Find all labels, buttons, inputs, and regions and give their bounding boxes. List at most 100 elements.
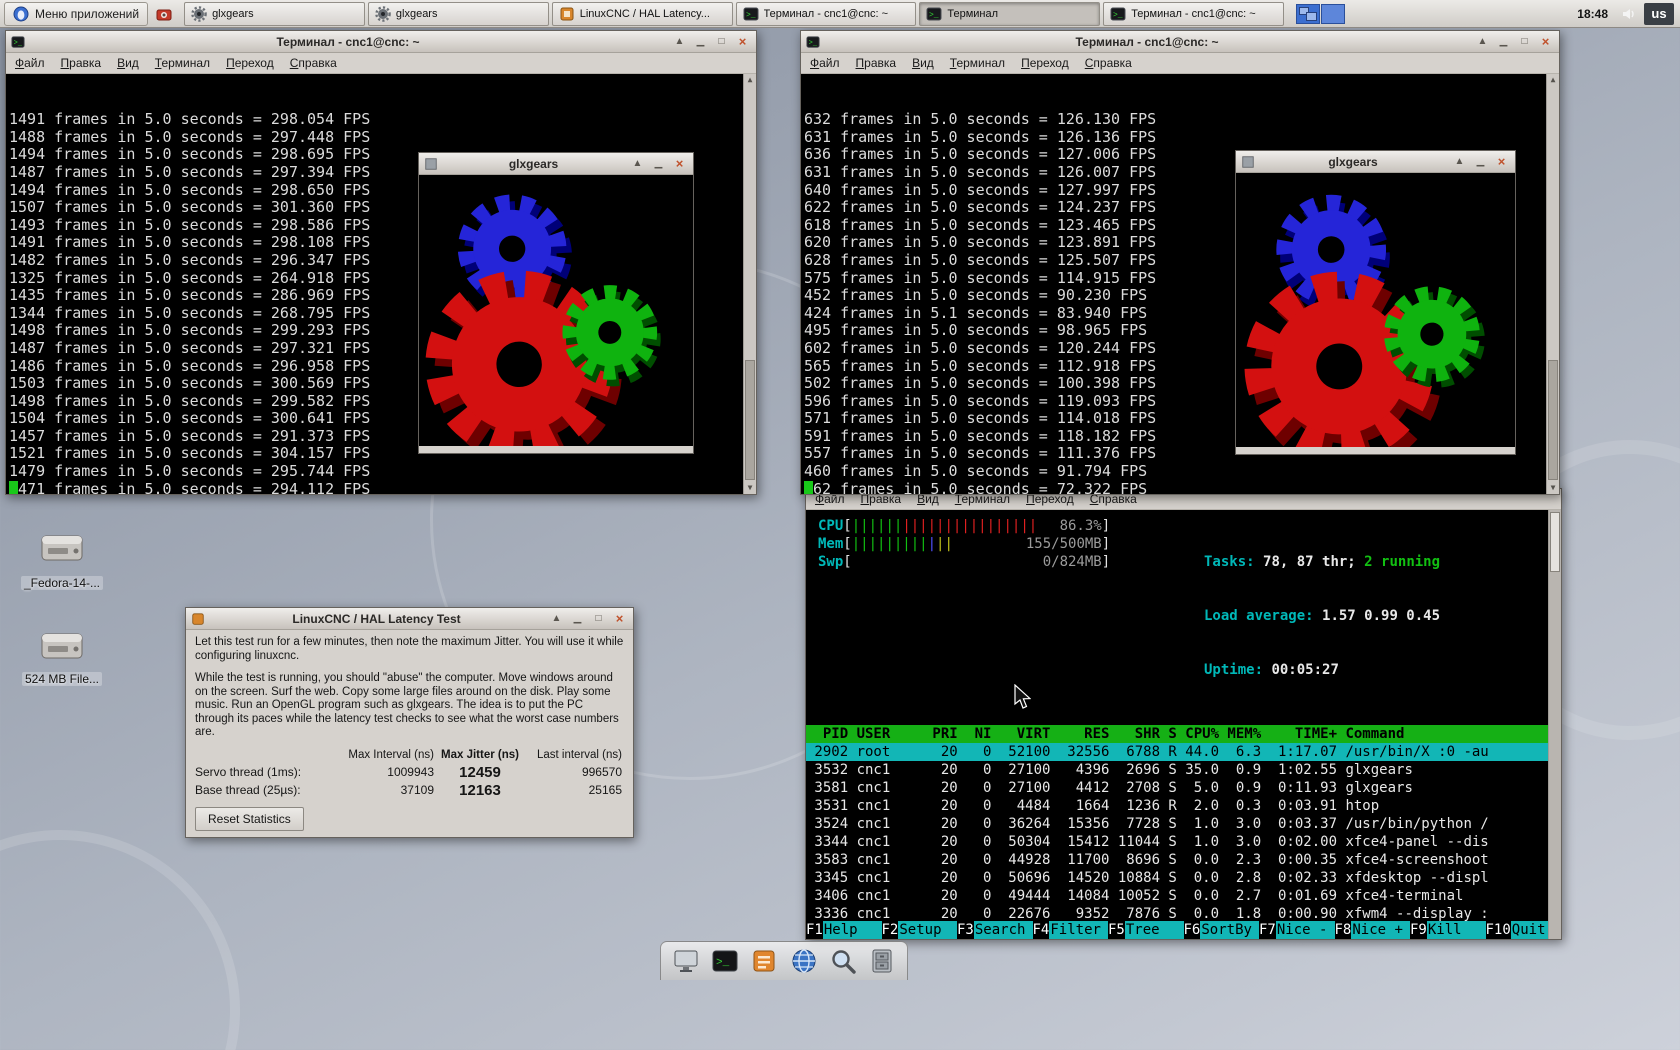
screenshooter-button[interactable] <box>152 2 176 26</box>
file-cabinet-icon <box>872 949 892 973</box>
desktop-icon-fedora[interactable]: _Fedora-14-... <box>14 528 110 592</box>
svg-text:>_: >_ <box>1113 11 1123 20</box>
minimize-button[interactable]: ▁ <box>650 156 667 171</box>
latency-results-table: Max Interval (ns) Max Jitter (ns) Last i… <box>195 749 624 798</box>
editor-launcher[interactable] <box>748 945 780 977</box>
applications-menu-button[interactable]: Меню приложений <box>4 1 149 26</box>
taskbar-item-linuxcnc[interactable]: LinuxCNC / HAL Latency... <box>551 1 733 26</box>
minimize-button[interactable]: ▁ <box>1472 154 1489 169</box>
fkey-kill[interactable]: F9 Kill <box>1410 921 1486 939</box>
shade-button[interactable]: ▲ <box>671 34 688 49</box>
terminal-icon: >_ <box>1110 7 1126 20</box>
window-resize-edge[interactable] <box>419 446 693 453</box>
latency-test-window: LinuxCNC / HAL Latency Test ▲ ▁ □ × Let … <box>185 607 634 838</box>
swap-meter: Swp[0/824MB] <box>818 554 1111 570</box>
show-desktop-button[interactable] <box>670 945 702 977</box>
titlebar[interactable]: glxgears ▲ ▁ × <box>419 153 693 175</box>
menu-help[interactable]: Справка <box>1085 56 1132 70</box>
htop-scrollbar[interactable] <box>1548 510 1561 939</box>
volume-icon[interactable] <box>1620 5 1638 23</box>
menu-terminal[interactable]: Терминал <box>155 56 210 70</box>
fkey-help[interactable]: F1 Help <box>806 921 882 939</box>
desktop-icon-524mb-file[interactable]: 524 MB File... <box>14 628 110 688</box>
htop-meters: CPU[|||||||||||||||||||||| 86.3%] Mem[|||… <box>806 510 1561 719</box>
menu-file[interactable]: Файл <box>15 56 45 70</box>
shade-button[interactable]: ▲ <box>1474 34 1491 49</box>
minimize-button[interactable]: ▁ <box>692 34 709 49</box>
glxgears-window-left: glxgears ▲ ▁ × <box>418 152 694 454</box>
close-button[interactable]: × <box>671 156 688 171</box>
process-rows[interactable]: 3532 cnc1 20 0 27100 4396 2696 S 35.0 0.… <box>806 761 1561 939</box>
keyboard-layout-indicator[interactable]: us <box>1644 2 1674 25</box>
col-max-jitter: Max Jitter (ns) <box>441 748 519 761</box>
workspace-1[interactable] <box>1296 3 1321 24</box>
terminal-scrollbar[interactable]: ▲ ▼ <box>1546 74 1559 494</box>
maximize-button[interactable]: □ <box>713 34 730 49</box>
reset-statistics-button[interactable]: Reset Statistics <box>195 807 304 831</box>
fkey-setup[interactable]: F2 Setup <box>882 921 957 939</box>
taskbar-item-glxgears-2[interactable]: glxgears <box>367 1 549 26</box>
shade-button[interactable]: ▲ <box>1451 154 1468 169</box>
terminal-cursor <box>9 481 18 494</box>
menu-go[interactable]: Переход <box>226 56 274 70</box>
titlebar[interactable]: glxgears ▲ ▁ × <box>1236 151 1515 173</box>
servo-thread-label: Servo thread (1ms): <box>195 765 302 779</box>
htop-stats: Tasks: 78, 87 thr; 2 running Load averag… <box>1204 554 1441 678</box>
fkey-search[interactable]: F3 Search <box>957 921 1033 939</box>
window-title: glxgears <box>1328 154 1378 169</box>
window-title: Терминал - cnc1@cnc: ~ <box>276 34 420 49</box>
top-panel: Меню приложений glxgears glxgears LinuxC… <box>0 0 1680 28</box>
process-table-header[interactable]: PID USER PRI NI VIRT RES SHR S CPU% MEM%… <box>806 725 1561 743</box>
process-row-selected[interactable]: 2902 root 20 0 52100 32556 6788 R 44.0 6… <box>806 743 1561 761</box>
close-button[interactable]: × <box>734 34 751 49</box>
close-button[interactable]: × <box>611 611 628 626</box>
workspace-switcher[interactable] <box>1296 3 1346 24</box>
fkey-nice-minus[interactable]: F7 Nice - <box>1259 921 1335 939</box>
base-max-jitter: 12163 <box>459 781 501 799</box>
menu-help[interactable]: Справка <box>290 56 337 70</box>
workspace-2[interactable] <box>1321 3 1346 24</box>
web-browser-launcher[interactable] <box>788 945 820 977</box>
fkey-sortby[interactable]: F6 SortBy <box>1184 921 1259 939</box>
shade-button[interactable]: ▲ <box>548 611 565 626</box>
shade-button[interactable]: ▲ <box>629 156 646 171</box>
terminal-launcher[interactable]: >_ <box>709 945 741 977</box>
htop-output[interactable]: CPU[|||||||||||||||||||||| 86.3%] Mem[|||… <box>806 510 1561 939</box>
maximize-button[interactable]: □ <box>1516 34 1533 49</box>
gl-canvas <box>1236 173 1515 447</box>
close-button[interactable]: × <box>1537 34 1554 49</box>
maximize-button[interactable]: □ <box>590 611 607 626</box>
menu-file[interactable]: Файл <box>810 56 840 70</box>
menu-view[interactable]: Вид <box>117 56 139 70</box>
file-manager-launcher[interactable] <box>866 945 898 977</box>
terminal-menubar: Файл Правка Вид Терминал Переход Справка <box>801 53 1559 74</box>
minimize-button[interactable]: ▁ <box>1495 34 1512 49</box>
desktop-icon-label: _Fedora-14-... <box>20 576 104 590</box>
titlebar[interactable]: >_ Терминал - cnc1@cnc: ~ ▲ ▁ □ × <box>6 31 756 53</box>
menu-edit[interactable]: Правка <box>856 56 897 70</box>
taskbar-item-terminal-2[interactable]: >_ Терминал <box>919 1 1101 26</box>
svg-text:>_: >_ <box>14 39 23 47</box>
taskbar-item-terminal-1[interactable]: >_ Терминал - cnc1@cnc: ~ <box>735 1 917 26</box>
menu-terminal[interactable]: Терминал <box>950 56 1005 70</box>
gear-icon <box>191 5 207 22</box>
taskbar-item-terminal-3[interactable]: >_ Терминал - cnc1@cnc: ~ <box>1103 1 1285 26</box>
terminal-scrollbar[interactable]: ▲ ▼ <box>743 74 756 494</box>
menu-go[interactable]: Переход <box>1021 56 1069 70</box>
menu-view[interactable]: Вид <box>912 56 934 70</box>
app-finder-launcher[interactable] <box>827 945 859 977</box>
taskbar: glxgears glxgears LinuxCNC / HAL Latency… <box>184 1 1285 26</box>
titlebar[interactable]: >_ Терминал - cnc1@cnc: ~ ▲ ▁ □ × <box>801 31 1559 53</box>
linuxcnc-icon <box>192 612 204 625</box>
fkey-nice-plus[interactable]: F8 Nice + <box>1335 921 1410 939</box>
titlebar[interactable]: LinuxCNC / HAL Latency Test ▲ ▁ □ × <box>186 608 633 630</box>
window-resize-edge[interactable] <box>1236 447 1515 454</box>
close-button[interactable]: × <box>1493 154 1510 169</box>
menu-edit[interactable]: Правка <box>61 56 102 70</box>
minimize-button[interactable]: ▁ <box>569 611 586 626</box>
taskbar-item-glxgears-1[interactable]: glxgears <box>184 1 365 26</box>
svg-text:>_: >_ <box>746 11 756 20</box>
fkey-tree[interactable]: F5 Tree <box>1108 921 1184 939</box>
xfce-mouse-icon <box>13 6 29 21</box>
fkey-filter[interactable]: F4 Filter <box>1033 921 1108 939</box>
